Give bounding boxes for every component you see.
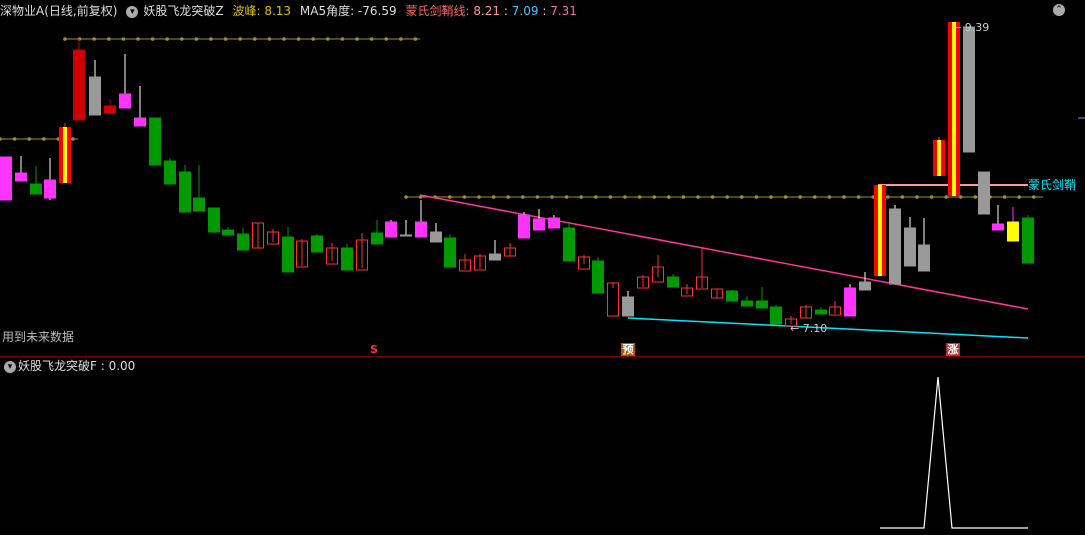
high-price-label: ← 9.39 (952, 22, 989, 34)
candle (637, 275, 649, 289)
candle (963, 26, 975, 153)
future-data-note: 用到未来数据 (2, 329, 74, 344)
sub-indicator-line (880, 376, 1028, 529)
signal-zhang: 涨 (946, 343, 960, 356)
candle (948, 22, 960, 196)
candle (800, 305, 812, 319)
candle (518, 212, 530, 239)
indicator-toggle-icon[interactable]: ▾ (126, 5, 139, 18)
candle (592, 257, 604, 294)
sub-indicator-toggle-icon[interactable]: ▾ (4, 360, 16, 373)
sub-indicator-value: 0.00 (108, 359, 136, 373)
candle (149, 117, 161, 166)
candle (667, 274, 679, 288)
candle (992, 205, 1004, 231)
candle (15, 156, 27, 182)
candle (104, 99, 116, 114)
sub-indicator-name[interactable]: 妖股飞龙突破F (18, 359, 97, 373)
ma5-angle: MA5角度: -76.59 (299, 4, 397, 18)
candle (578, 255, 590, 270)
candle (504, 243, 516, 257)
stock-name[interactable]: 深物业A(日线,前复权) (0, 4, 117, 18)
candle (607, 282, 619, 317)
candle (474, 254, 486, 271)
candle (844, 284, 856, 317)
candle (533, 209, 545, 231)
candle (164, 158, 176, 185)
candle (859, 272, 871, 291)
candle (356, 233, 368, 271)
candle (622, 291, 634, 317)
panel-divider (0, 356, 1085, 357)
sword-sheath-label: 蒙氏剑鞘 (1028, 177, 1076, 192)
candle (652, 255, 664, 283)
candle (179, 165, 191, 213)
candle (119, 54, 131, 109)
candle (415, 200, 427, 238)
candle (44, 158, 56, 200)
candle (726, 290, 738, 302)
candle (874, 185, 886, 276)
candle (696, 247, 708, 290)
candle (59, 123, 71, 183)
signal-yu: 预 (621, 343, 635, 356)
candle (904, 217, 916, 267)
candle (918, 218, 930, 272)
candle (681, 284, 693, 297)
low-price-label: ← 7.10 (790, 322, 827, 335)
candle (829, 301, 841, 316)
candle (815, 307, 827, 315)
candle (222, 227, 234, 236)
candle (134, 86, 146, 127)
candle (770, 305, 782, 325)
candle (711, 288, 723, 299)
candle (563, 222, 575, 262)
cyan-trend-line (627, 317, 1029, 339)
candle (193, 165, 205, 212)
candle (341, 244, 353, 271)
candle (282, 227, 294, 273)
candle (1007, 207, 1019, 242)
candle (237, 228, 249, 251)
candle (267, 229, 279, 245)
candle (0, 156, 12, 201)
expand-icon[interactable]: ⌃ (1053, 4, 1065, 16)
sub-chart[interactable] (0, 375, 1085, 535)
candle (444, 234, 456, 268)
candle (756, 287, 768, 309)
chart-header: 深物业A(日线,前复权) ▾ 妖股飞龙突破Z 波峰: 8.13 MA5角度: -76… (0, 0, 1085, 22)
candle (548, 215, 560, 229)
sword-line-readout: 蒙氏剑鞘线: 8.21 : 7.09 : 7.31 (405, 4, 577, 18)
candle (326, 243, 338, 265)
wave-peak: 波峰: 8.13 (232, 4, 292, 18)
candle (208, 207, 220, 233)
candle (296, 239, 308, 268)
candle (933, 137, 945, 176)
candle (89, 60, 101, 116)
candle (489, 240, 501, 261)
candle (371, 220, 383, 245)
candle (430, 223, 442, 243)
candle (30, 166, 42, 195)
candle (400, 220, 412, 237)
candle (1022, 215, 1034, 264)
signal-s: S (368, 343, 380, 357)
main-chart[interactable]: ← 9.39 ← 7.10 蒙氏剑鞘 用到未来数据 (0, 22, 1085, 358)
indicator-name[interactable]: 妖股飞龙突破Z (143, 4, 223, 18)
sub-chart-header: ▾ 妖股飞龙突破F : 0.00 (0, 358, 135, 374)
candle (459, 254, 471, 272)
candle (385, 220, 397, 238)
magenta-trend-line (419, 194, 1029, 310)
candle (741, 296, 753, 307)
candle (252, 222, 264, 249)
candle (311, 234, 323, 253)
candle (73, 39, 85, 121)
candle (889, 205, 901, 285)
candle (978, 171, 990, 215)
